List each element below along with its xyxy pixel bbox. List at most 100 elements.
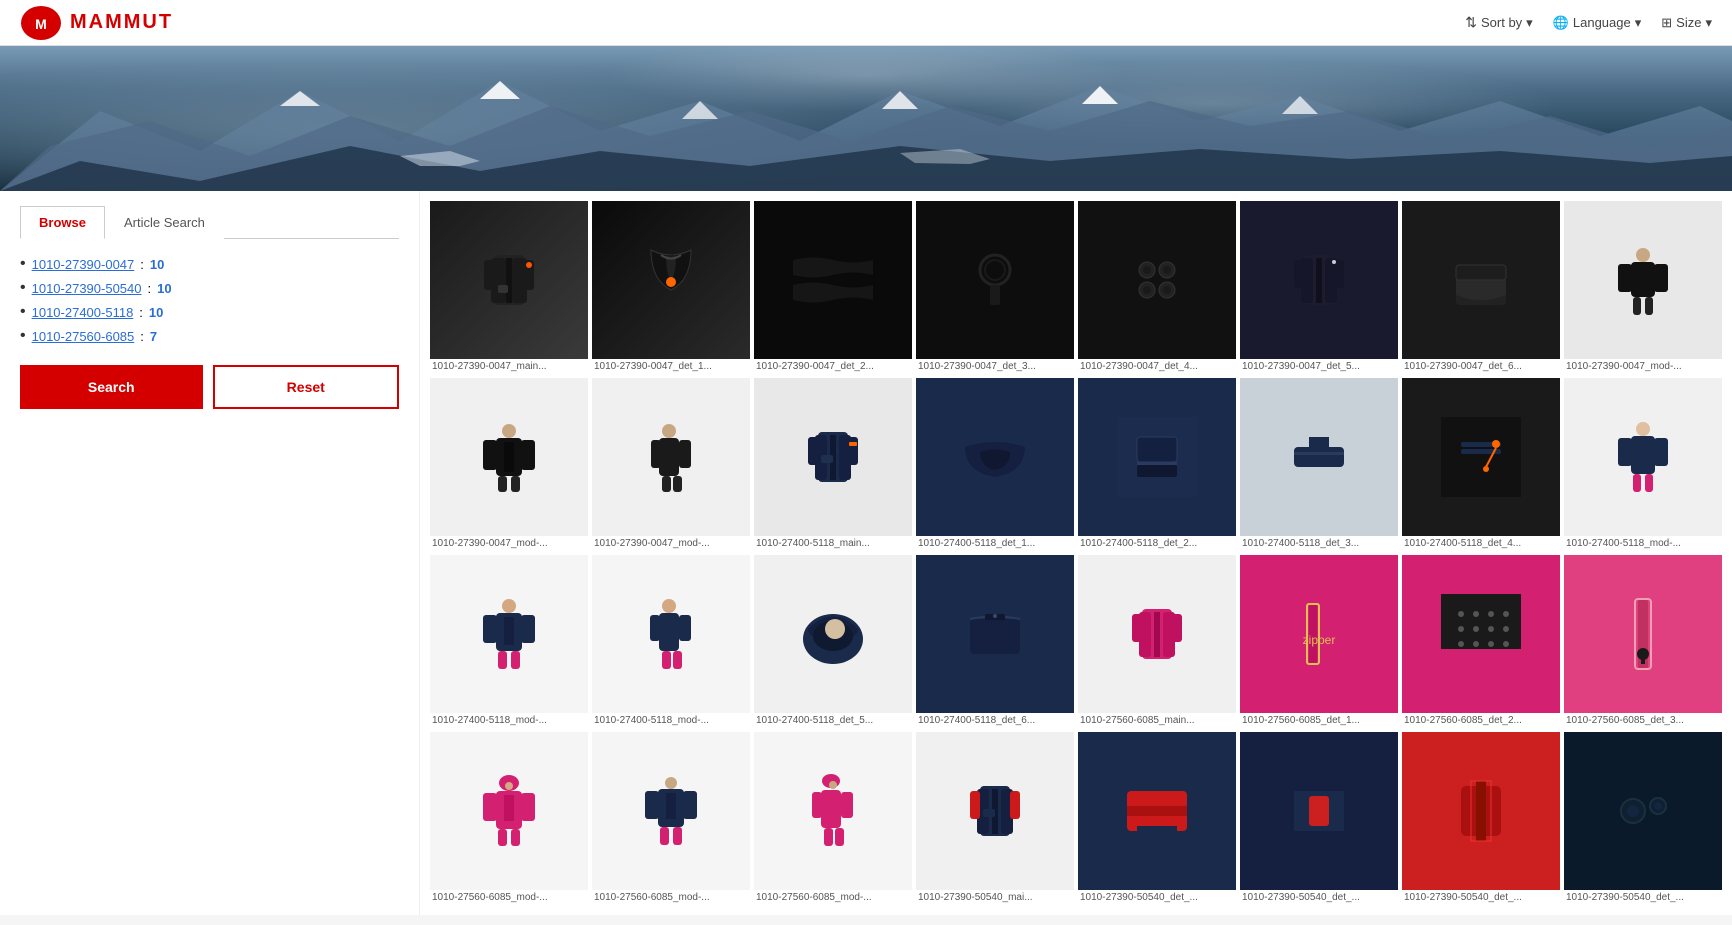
hero-banner <box>0 46 1732 191</box>
gallery-thumbnail <box>1564 378 1722 536</box>
list-item: • 1010-27390-0047 : 10 <box>20 255 399 273</box>
gallery-item[interactable]: zipper 1010-27560-6085_det_1... <box>1240 555 1398 728</box>
gallery-item-label: 1010-27390-0047_det_6... <box>1402 359 1560 374</box>
gallery-item[interactable]: 1010-27560-6085_det_3... <box>1564 555 1722 728</box>
gallery-item[interactable]: 1010-27560-6085_main... <box>1078 555 1236 728</box>
gallery-item[interactable]: 1010-27400-5118_main... <box>754 378 912 551</box>
gallery-item[interactable]: 1010-27400-5118_det_4... <box>1402 378 1560 551</box>
tab-bar: Browse Article Search <box>20 206 399 239</box>
gallery-item-label: 1010-27390-0047_det_5... <box>1240 359 1398 374</box>
gallery-item[interactable]: 1010-27400-5118_mod-... <box>1564 378 1722 551</box>
gallery-thumbnail <box>754 201 912 359</box>
gallery-thumbnail <box>430 555 588 713</box>
gallery-item[interactable]: 1010-27390-50540_mai... <box>916 732 1074 905</box>
language-chevron-icon: ▾ <box>1635 15 1642 31</box>
gallery-item[interactable]: 1010-27390-0047_main... <box>430 201 588 374</box>
svg-text:zipper: zipper <box>1303 633 1336 647</box>
gallery-item-label: 1010-27400-5118_det_1... <box>916 536 1074 551</box>
gallery-thumbnail <box>1564 555 1722 713</box>
logo: M MAMMUT <box>20 5 173 41</box>
gallery-thumbnail <box>430 732 588 890</box>
article-number[interactable]: 1010-27560-6085 <box>32 329 135 344</box>
bullet-icon: • <box>20 327 26 345</box>
gallery-thumbnail <box>430 201 588 359</box>
gallery-item[interactable]: 1010-27390-0047_det_5... <box>1240 201 1398 374</box>
gallery-item-label: 1010-27390-50540_det_... <box>1564 890 1722 905</box>
gallery-thumbnail: zipper <box>1240 555 1398 713</box>
language-control[interactable]: 🌐 Language ▾ <box>1553 15 1642 31</box>
gallery-item[interactable]: 1010-27400-5118_mod-... <box>592 555 750 728</box>
gallery-item-label: 1010-27400-5118_det_3... <box>1240 536 1398 551</box>
gallery-thumbnail <box>916 555 1074 713</box>
header-controls: ⇅ Sort by ▾ 🌐 Language ▾ ⊞ Size ▾ <box>1465 14 1712 31</box>
gallery-thumbnail <box>754 732 912 890</box>
gallery-item[interactable]: 1010-27390-0047_det_2... <box>754 201 912 374</box>
gallery-item-label: 1010-27400-5118_det_6... <box>916 713 1074 728</box>
gallery-item[interactable]: 1010-27400-5118_det_5... <box>754 555 912 728</box>
gallery-item[interactable]: 1010-27400-5118_det_1... <box>916 378 1074 551</box>
size-control[interactable]: ⊞ Size ▾ <box>1661 15 1712 31</box>
gallery-item[interactable]: 1010-27390-0047_det_6... <box>1402 201 1560 374</box>
gallery-thumbnail <box>592 201 750 359</box>
gallery-item-label: 1010-27560-6085_mod-... <box>754 890 912 905</box>
gallery-item-label: 1010-27560-6085_main... <box>1078 713 1236 728</box>
gallery-item-label: 1010-27400-5118_det_5... <box>754 713 912 728</box>
gallery-item[interactable]: 1010-27560-6085_mod-... <box>592 732 750 905</box>
list-item: • 1010-27560-6085 : 7 <box>20 327 399 345</box>
article-number[interactable]: 1010-27400-5118 <box>32 305 134 320</box>
reset-button[interactable]: Reset <box>213 365 400 409</box>
sort-by-control[interactable]: ⇅ Sort by ▾ <box>1465 14 1532 31</box>
gallery-item[interactable]: 1010-27390-50540_det_... <box>1240 732 1398 905</box>
logo-text: MAMMUT <box>70 11 173 34</box>
gallery-thumbnail <box>1240 201 1398 359</box>
gallery-item[interactable]: 1010-27400-5118_det_3... <box>1240 378 1398 551</box>
bullet-icon: • <box>20 255 26 273</box>
gallery-item-label: 1010-27390-0047_det_4... <box>1078 359 1236 374</box>
gallery-item-label: 1010-27560-6085_mod-... <box>430 890 588 905</box>
tab-article-search[interactable]: Article Search <box>105 206 224 239</box>
gallery-thumbnail <box>1078 555 1236 713</box>
search-button[interactable]: Search <box>20 365 203 409</box>
gallery-thumbnail <box>916 732 1074 890</box>
gallery-item[interactable]: 1010-27390-0047_mod-... <box>1564 201 1722 374</box>
gallery-item[interactable]: 1010-27390-50540_det_... <box>1402 732 1560 905</box>
gallery-thumbnail <box>1402 555 1560 713</box>
article-number[interactable]: 1010-27390-50540 <box>32 281 142 296</box>
gallery-item[interactable]: 1010-27390-0047_det_1... <box>592 201 750 374</box>
gallery-thumbnail <box>1078 732 1236 890</box>
article-count: 7 <box>150 329 157 344</box>
gallery-item-label: 1010-27560-6085_det_2... <box>1402 713 1560 728</box>
gallery-item-label: 1010-27390-0047_mod-... <box>592 536 750 551</box>
mammut-logo-icon: M <box>20 5 62 41</box>
gallery-thumbnail <box>1564 732 1722 890</box>
gallery-thumbnail <box>1564 201 1722 359</box>
gallery-thumbnail <box>1402 378 1560 536</box>
gallery-item[interactable]: 1010-27390-50540_det_... <box>1564 732 1722 905</box>
gallery-item[interactable]: 1010-27400-5118_det_2... <box>1078 378 1236 551</box>
sidebar: Browse Article Search • 1010-27390-0047 … <box>0 191 420 915</box>
gallery-item[interactable]: 1010-27390-0047_mod-... <box>430 378 588 551</box>
article-count: 10 <box>157 281 171 296</box>
gallery-item[interactable]: 1010-27390-0047_det_4... <box>1078 201 1236 374</box>
grid-icon: ⊞ <box>1661 15 1672 31</box>
sort-icon: ⇅ <box>1465 14 1477 31</box>
gallery-item[interactable]: 1010-27560-6085_det_2... <box>1402 555 1560 728</box>
gallery-item-label: 1010-27400-5118_det_2... <box>1078 536 1236 551</box>
gallery-item-label: 1010-27400-5118_mod-... <box>592 713 750 728</box>
gallery-thumbnail <box>916 201 1074 359</box>
gallery-item-label: 1010-27560-6085_det_1... <box>1240 713 1398 728</box>
gallery-item[interactable]: 1010-27400-5118_det_6... <box>916 555 1074 728</box>
gallery-thumbnail <box>916 378 1074 536</box>
gallery-item[interactable]: 1010-27390-0047_det_3... <box>916 201 1074 374</box>
gallery-item[interactable]: 1010-27560-6085_mod-... <box>754 732 912 905</box>
gallery-thumbnail <box>592 555 750 713</box>
gallery-thumbnail <box>430 378 588 536</box>
gallery-item[interactable]: 1010-27390-50540_det_... <box>1078 732 1236 905</box>
tab-browse[interactable]: Browse <box>20 206 105 239</box>
article-number[interactable]: 1010-27390-0047 <box>32 257 135 272</box>
gallery-item[interactable]: 1010-27400-5118_mod-... <box>430 555 588 728</box>
gallery-item-label: 1010-27390-50540_det_... <box>1240 890 1398 905</box>
gallery-item[interactable]: 1010-27390-0047_mod-... <box>592 378 750 551</box>
gallery-item[interactable]: 1010-27560-6085_mod-... <box>430 732 588 905</box>
svg-text:M: M <box>35 16 47 32</box>
